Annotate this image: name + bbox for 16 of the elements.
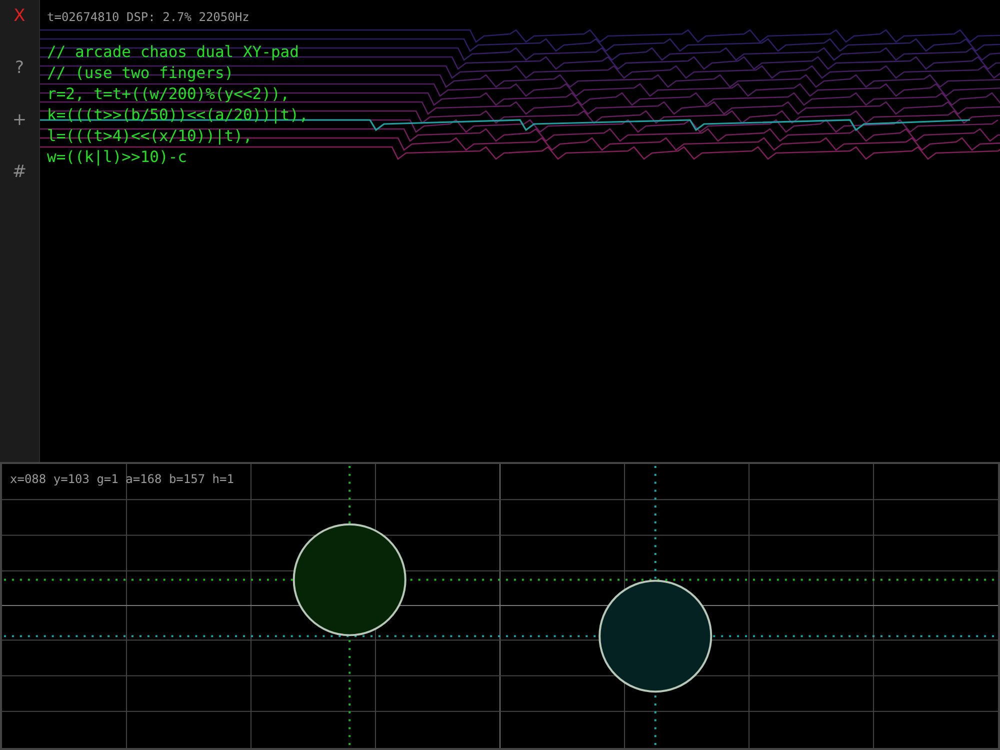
code-line: k=(((t>>(b/50))<<(a/20))|t), — [47, 105, 308, 126]
code-line: w=((k|l)>>10)-c — [47, 147, 188, 168]
xy-pad[interactable]: x=088 y=103 g=1 a=168 b=157 h=1 — [0, 462, 1000, 750]
code-editor[interactable]: // arcade chaos dual XY-pad // (use two fingers) r=2, t=t+((w/200)%(y<<2)), k=(((t>>(b/50))<<(a/20))|t), l=(((t>4)<<(x/10))|t), w=((k|l)>>10)-c — [47, 42, 308, 168]
close-button[interactable]: X — [8, 6, 32, 27]
readout-text: x=088 y=103 g=1 a=168 b=157 h=1 — [10, 472, 234, 486]
code-line: r=2, t=t+((w/200)%(y<<2)), — [47, 84, 291, 105]
touch-point[interactable] — [292, 523, 406, 636]
add-button[interactable]: + — [6, 110, 33, 131]
touch-point[interactable] — [598, 580, 712, 693]
code-line: l=(((t>4)<<(x/10))|t), — [47, 126, 254, 147]
help-button[interactable]: ? — [8, 58, 30, 79]
code-line: // (use two fingers) — [47, 63, 235, 84]
status-text: t=02674810 DSP: 2.7% 22050Hz — [47, 10, 250, 24]
grid-button[interactable]: # — [6, 162, 33, 183]
code-line: // arcade chaos dual XY-pad — [47, 42, 300, 63]
